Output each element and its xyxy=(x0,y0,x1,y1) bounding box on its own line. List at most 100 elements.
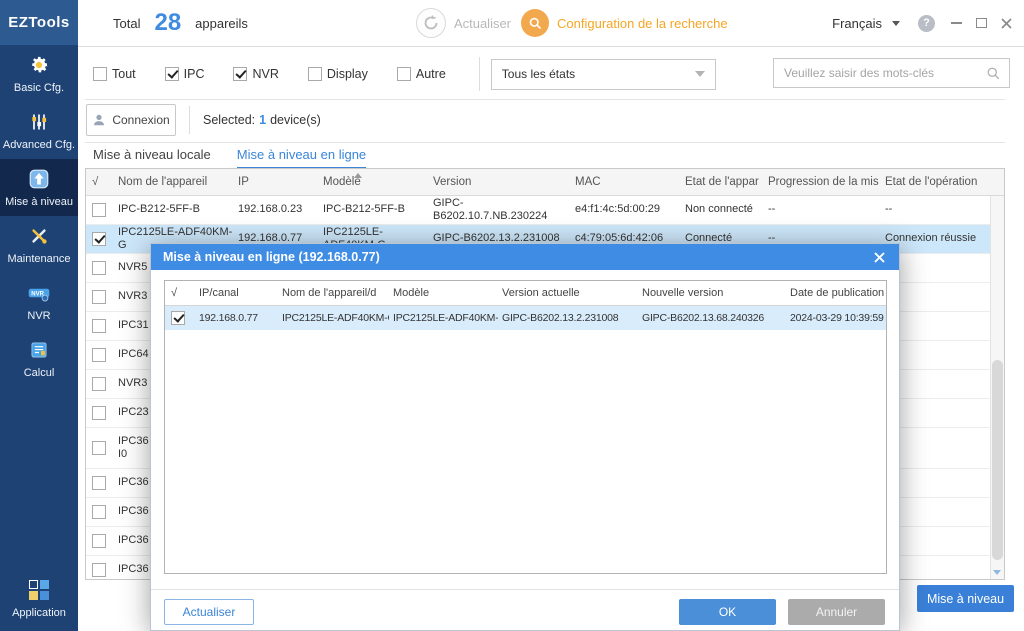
calculator-icon xyxy=(27,338,51,362)
checkbox-unchecked[interactable] xyxy=(92,290,106,304)
checkbox-unchecked[interactable] xyxy=(92,563,106,577)
checkbox-unchecked[interactable] xyxy=(308,67,322,81)
column-header: Progression de la mis xyxy=(764,176,881,188)
checkbox-unchecked[interactable] xyxy=(92,441,106,455)
filter-checkbox-autre[interactable]: Autre xyxy=(397,67,446,81)
refresh-icon xyxy=(416,8,446,38)
connect-row: Connexion Selected: 1 device(s) xyxy=(78,104,1024,136)
checkbox-unchecked[interactable] xyxy=(397,67,411,81)
dialog-title: Mise à niveau en ligne (192.168.0.77) xyxy=(163,250,872,264)
apps-icon xyxy=(27,578,51,602)
filter-checkbox-tout[interactable]: Tout xyxy=(93,67,136,81)
checkbox-unchecked[interactable] xyxy=(92,203,106,217)
search-input[interactable] xyxy=(774,66,986,80)
table-cell: IPC2125LE-ADF40KM-G xyxy=(278,312,389,324)
sidebar-item-mise-a-niveau[interactable]: Mise à niveau xyxy=(0,159,78,216)
search-config-icon xyxy=(521,9,549,37)
checkbox-unchecked[interactable] xyxy=(93,67,107,81)
checkbox-unchecked[interactable] xyxy=(92,348,106,362)
dialog-ok-button[interactable]: OK xyxy=(679,599,776,625)
sidebar-item-label: NVR xyxy=(27,310,50,322)
filter-checkbox-display[interactable]: Display xyxy=(308,67,368,81)
table-cell: -- xyxy=(881,203,1004,216)
app-window: EZTools Basic Cfg.Advanced Cfg.Mise à ni… xyxy=(0,0,1024,631)
checkbox-unchecked[interactable] xyxy=(92,534,106,548)
chevron-up-icon[interactable] xyxy=(354,173,362,178)
sidebar-item-label: Maintenance xyxy=(8,253,71,265)
checkbox-unchecked[interactable] xyxy=(92,377,106,391)
column-header: √ xyxy=(86,176,114,188)
checkbox-unchecked[interactable] xyxy=(92,476,106,490)
online-upgrade-dialog: Mise à niveau en ligne (192.168.0.77) √I… xyxy=(150,243,900,631)
close-icon[interactable] xyxy=(1001,18,1012,29)
refresh-button[interactable]: Actualiser xyxy=(416,8,511,38)
sidebar-item-advanced-cfg[interactable]: Advanced Cfg. xyxy=(0,102,78,159)
total-count: 28 xyxy=(154,9,181,37)
chevron-down-icon xyxy=(695,71,705,77)
table-cell: 192.168.0.77 xyxy=(195,312,278,324)
table-cell: Non connecté xyxy=(681,203,764,216)
table-cell: GIPC-B6202.10.7.NB.230224 xyxy=(429,197,571,223)
language-selector[interactable]: Français xyxy=(832,16,882,31)
minimize-icon[interactable] xyxy=(951,22,962,24)
dialog-table: √IP/canalNom de l'appareil/dModèleVersio… xyxy=(164,280,887,574)
dialog-title-bar: Mise à niveau en ligne (192.168.0.77) xyxy=(151,244,899,270)
tab-local-upgrade[interactable]: Mise à niveau locale xyxy=(93,147,211,170)
sidebar-item-basic-cfg[interactable]: Basic Cfg. xyxy=(0,45,78,102)
selected-prefix: Selected: xyxy=(203,113,255,127)
top-bar: Total 28 appareils Actualiser Configurat… xyxy=(78,0,1024,47)
chevron-down-icon[interactable] xyxy=(892,21,900,26)
checkbox-unchecked[interactable] xyxy=(92,261,106,275)
search-config-button[interactable]: Configuration de la recherche xyxy=(521,9,728,37)
sidebar-item-application[interactable]: Application xyxy=(0,570,78,627)
checkbox-checked[interactable] xyxy=(233,67,247,81)
sidebar-item-maintenance[interactable]: Maintenance xyxy=(0,216,78,273)
search-box xyxy=(773,58,1010,88)
checkbox-unchecked[interactable] xyxy=(92,505,106,519)
tab-online-upgrade[interactable]: Mise à niveau en ligne xyxy=(237,147,366,170)
table-cell: 2024-03-29 10:39:59 xyxy=(786,312,886,324)
dialog-refresh-button[interactable]: Actualiser xyxy=(164,599,254,625)
search-icon[interactable] xyxy=(986,66,1001,81)
status-dropdown[interactable]: Tous les états xyxy=(491,59,716,90)
selected-count: 1 xyxy=(259,113,266,127)
column-header: Nouvelle version xyxy=(638,287,786,299)
checkbox-checked[interactable] xyxy=(171,311,185,325)
maximize-icon[interactable] xyxy=(976,18,987,28)
column-header: IP xyxy=(234,176,319,188)
device-table-header: √Nom de l'appareilIPModèleVersionMACÉtat… xyxy=(86,169,1004,196)
sidebar-item-calcul[interactable]: Calcul xyxy=(0,330,78,387)
table-cell: IPC2125LE-ADF40KM-G xyxy=(389,312,498,324)
filter-checkbox-label: IPC xyxy=(184,67,205,81)
column-header: Modèle xyxy=(319,176,429,188)
dialog-cancel-button[interactable]: Annuler xyxy=(788,599,885,625)
checkbox-checked[interactable] xyxy=(92,232,106,246)
sidebar-item-label: Application xyxy=(12,607,66,619)
table-cell: GIPC-B6202.13.2.231008 xyxy=(498,312,638,324)
scrollbar[interactable] xyxy=(990,196,1004,579)
filter-checkbox-nvr[interactable]: NVR xyxy=(233,67,278,81)
checkbox-checked[interactable] xyxy=(165,67,179,81)
scrollbar-thumb[interactable] xyxy=(992,360,1003,560)
help-icon[interactable] xyxy=(918,15,935,32)
column-header: Version actuelle xyxy=(498,287,638,299)
checkbox-unchecked[interactable] xyxy=(92,319,106,333)
table-cell: IPC-B212-5FF-B xyxy=(319,203,429,216)
table-row[interactable]: 192.168.0.77IPC2125LE-ADF40KM-GIPC2125LE… xyxy=(165,306,886,330)
sidebar-item-nvr[interactable]: NVRNVR xyxy=(0,273,78,330)
column-header: État de l'opération xyxy=(881,176,1004,188)
filter-checkbox-ipc[interactable]: IPC xyxy=(165,67,205,81)
sidebar-nav: Basic Cfg.Advanced Cfg.Mise à niveau Main… xyxy=(0,45,78,387)
connect-label: Connexion xyxy=(112,113,169,127)
refresh-label: Actualiser xyxy=(454,16,511,31)
filter-checkbox-label: Autre xyxy=(416,67,446,81)
connect-button[interactable]: Connexion xyxy=(86,104,176,136)
divider xyxy=(85,142,1005,143)
filter-checkbox-label: Tout xyxy=(112,67,136,81)
upgrade-icon xyxy=(27,167,51,191)
checkbox-unchecked[interactable] xyxy=(92,406,106,420)
upgrade-button[interactable]: Mise à niveau xyxy=(917,585,1014,612)
table-row[interactable]: IPC-B212-5FF-B192.168.0.23IPC-B212-5FF-B… xyxy=(86,196,1004,225)
chevron-down-icon[interactable] xyxy=(993,570,1001,575)
close-icon[interactable] xyxy=(872,250,887,265)
